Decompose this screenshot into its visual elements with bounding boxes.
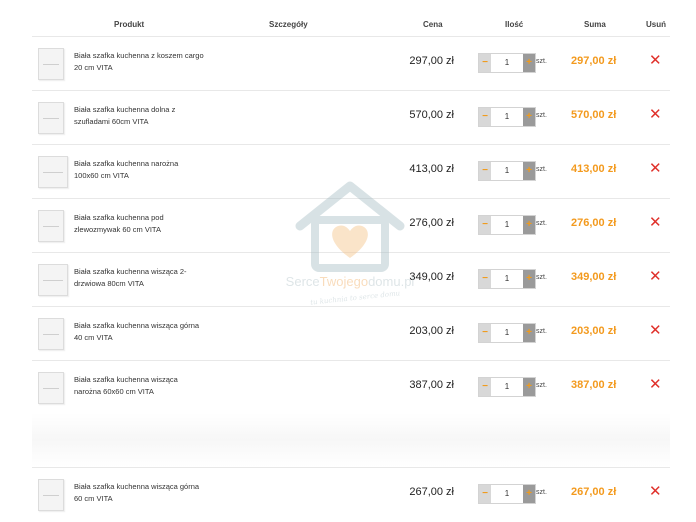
product-name[interactable]: Biała szafka kuchenna narożna 100x60 cm … bbox=[74, 158, 204, 182]
increase-quantity-button[interactable]: + bbox=[523, 270, 535, 288]
line-total: 570,00 zł bbox=[571, 109, 617, 121]
increase-quantity-button[interactable]: + bbox=[523, 324, 535, 342]
unit-label: szt. bbox=[536, 166, 547, 173]
quantity-input[interactable]: 1 bbox=[491, 378, 523, 396]
quantity-input[interactable]: 1 bbox=[491, 324, 523, 342]
quantity-stepper: −1 + bbox=[478, 107, 536, 127]
quantity-stepper: −1 + bbox=[478, 215, 536, 235]
column-header-total: Suma bbox=[584, 20, 606, 29]
unit-price: 267,00 zł bbox=[409, 486, 454, 498]
line-total: 203,00 zł bbox=[571, 325, 617, 337]
line-total: 297,00 zł bbox=[571, 55, 617, 67]
increase-quantity-button[interactable]: + bbox=[523, 485, 535, 503]
product-thumbnail[interactable] bbox=[38, 479, 64, 511]
unit-price: 413,00 zł bbox=[409, 163, 454, 175]
line-total: 387,00 zł bbox=[571, 379, 617, 391]
unit-price: 203,00 zł bbox=[409, 325, 454, 337]
remove-item-icon[interactable]: ✕ bbox=[649, 483, 662, 501]
line-total: 349,00 zł bbox=[571, 271, 617, 283]
watermark-brand: SerceTwojegodomu.pl bbox=[285, 274, 415, 289]
decrease-quantity-button[interactable]: − bbox=[479, 270, 491, 288]
quantity-input[interactable]: 1 bbox=[491, 162, 523, 180]
quantity-stepper: −1 + bbox=[478, 161, 536, 181]
unit-price: 387,00 zł bbox=[409, 379, 454, 391]
unit-label: szt. bbox=[536, 112, 547, 119]
remove-item-icon[interactable]: ✕ bbox=[649, 106, 662, 124]
product-thumbnail[interactable] bbox=[38, 372, 64, 404]
product-name[interactable]: Biała szafka kuchenna wisząca narożna 60… bbox=[74, 374, 204, 398]
quantity-stepper: −1 + bbox=[478, 484, 536, 504]
product-name[interactable]: Biała szafka kuchenna wisząca górna 60 c… bbox=[74, 481, 204, 505]
product-name[interactable]: Biała szafka kuchenna z koszem cargo 20 … bbox=[74, 50, 204, 74]
cart-row: Biała szafka kuchenna z koszem cargo 20 … bbox=[32, 36, 670, 91]
decrease-quantity-button[interactable]: − bbox=[479, 485, 491, 503]
remove-item-icon[interactable]: ✕ bbox=[649, 160, 662, 178]
quantity-input[interactable]: 1 bbox=[491, 485, 523, 503]
remove-item-icon[interactable]: ✕ bbox=[649, 376, 662, 394]
unit-label: szt. bbox=[536, 489, 547, 496]
remove-item-icon[interactable]: ✕ bbox=[649, 214, 662, 232]
quantity-input[interactable]: 1 bbox=[491, 108, 523, 126]
quantity-input[interactable]: 1 bbox=[491, 216, 523, 234]
remove-item-icon[interactable]: ✕ bbox=[649, 268, 662, 286]
decrease-quantity-button[interactable]: − bbox=[479, 108, 491, 126]
decrease-quantity-button[interactable]: − bbox=[479, 216, 491, 234]
quantity-stepper: −1 + bbox=[478, 377, 536, 397]
product-name[interactable]: Biała szafka kuchenna dolna z szufladami… bbox=[74, 104, 204, 128]
remove-item-icon[interactable]: ✕ bbox=[649, 52, 662, 70]
unit-label: szt. bbox=[536, 382, 547, 389]
unit-price: 570,00 zł bbox=[409, 109, 454, 121]
cart-row: Biała szafka kuchenna dolna z szufladami… bbox=[32, 90, 670, 145]
line-total: 413,00 zł bbox=[571, 163, 617, 175]
decrease-quantity-button[interactable]: − bbox=[479, 324, 491, 342]
quantity-stepper: −1 + bbox=[478, 269, 536, 289]
product-thumbnail[interactable] bbox=[38, 48, 64, 80]
product-name[interactable]: Biała szafka kuchenna wisząca górna 40 c… bbox=[74, 320, 204, 344]
decrease-quantity-button[interactable]: − bbox=[479, 162, 491, 180]
unit-label: szt. bbox=[536, 58, 547, 65]
unit-price: 297,00 zł bbox=[409, 55, 454, 67]
column-header-details: Szczegóły bbox=[269, 20, 308, 29]
quantity-input[interactable]: 1 bbox=[491, 270, 523, 288]
product-thumbnail[interactable] bbox=[38, 210, 64, 242]
quantity-input[interactable]: 1 bbox=[491, 54, 523, 72]
watermark: SerceTwojegodomu.pl tu kuchnia to serce … bbox=[270, 178, 430, 308]
product-thumbnail[interactable] bbox=[38, 264, 68, 296]
column-header-quantity: Ilość bbox=[505, 20, 524, 29]
unit-label: szt. bbox=[536, 274, 547, 281]
product-thumbnail[interactable] bbox=[38, 318, 64, 350]
increase-quantity-button[interactable]: + bbox=[523, 216, 535, 234]
increase-quantity-button[interactable]: + bbox=[523, 54, 535, 72]
quantity-stepper: −1 + bbox=[478, 323, 536, 343]
unit-label: szt. bbox=[536, 220, 547, 227]
cart-row: Biała szafka kuchenna wisząca górna 40 c… bbox=[32, 306, 670, 361]
product-thumbnail[interactable] bbox=[38, 102, 64, 134]
line-total: 267,00 zł bbox=[571, 486, 617, 498]
product-name[interactable]: Biała szafka kuchenna pod zlewozmywak 60… bbox=[74, 212, 204, 236]
quantity-stepper: −1 + bbox=[478, 53, 536, 73]
row-separator-gap bbox=[32, 413, 670, 467]
product-thumbnail[interactable] bbox=[38, 156, 68, 188]
increase-quantity-button[interactable]: + bbox=[523, 378, 535, 396]
decrease-quantity-button[interactable]: − bbox=[479, 54, 491, 72]
cart-row: Biała szafka kuchenna wisząca narożna 60… bbox=[32, 360, 670, 415]
house-heart-icon bbox=[295, 181, 405, 272]
column-header-price: Cena bbox=[423, 20, 443, 29]
remove-item-icon[interactable]: ✕ bbox=[649, 322, 662, 340]
unit-label: szt. bbox=[536, 328, 547, 335]
decrease-quantity-button[interactable]: − bbox=[479, 378, 491, 396]
line-total: 276,00 zł bbox=[571, 217, 617, 229]
column-header-product: Produkt bbox=[114, 20, 145, 29]
cart-table-header: Produkt Szczegóły Cena Ilość Suma Usuń bbox=[0, 0, 696, 36]
product-name[interactable]: Biała szafka kuchenna wisząca 2-drzwiowa… bbox=[74, 266, 204, 290]
column-header-remove: Usuń bbox=[646, 20, 666, 29]
increase-quantity-button[interactable]: + bbox=[523, 162, 535, 180]
cart-row: Biała szafka kuchenna wisząca górna 60 c… bbox=[32, 467, 670, 522]
increase-quantity-button[interactable]: + bbox=[523, 108, 535, 126]
watermark-tagline: tu kuchnia to serce domu bbox=[309, 289, 401, 307]
